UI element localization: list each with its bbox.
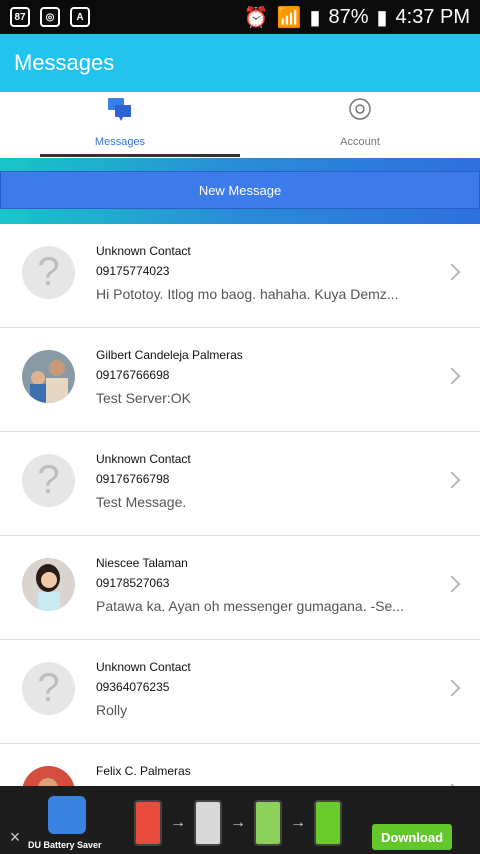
download-button[interactable]: Download (372, 824, 452, 850)
contact-number: 09178527063 (96, 576, 170, 590)
message-preview: Patawa ka. Ayan oh messenger gumagana. -… (96, 598, 404, 614)
new-message-label: New Message (198, 182, 282, 198)
tab-bar: Messages Account (0, 92, 480, 158)
battery-gray-icon (194, 800, 222, 846)
question-mark-icon: ? (37, 250, 60, 294)
wifi-icon: 📶 (276, 6, 302, 29)
app-title: Messages (14, 50, 115, 75)
alarm-icon: ⏰ (243, 6, 269, 29)
conversation-row[interactable]: ? Unknown Contact 09364076235 Rolly (0, 640, 480, 744)
notification-icon: 87 (10, 7, 30, 27)
signal-icon: ▮ (309, 6, 321, 29)
contact-name: Felix C. Palmeras (96, 764, 191, 778)
unknown-contact-avatar: ? (22, 454, 75, 507)
tab-account-label: Account (340, 136, 380, 148)
app-icon: ◎ (40, 7, 60, 27)
contact-number: 09175774023 (96, 264, 170, 278)
contact-name: Unknown Contact (96, 452, 191, 466)
app-bar: Messages (0, 34, 480, 92)
status-left-icons: 87 ◎ A (10, 7, 90, 27)
contact-photo-avatar (22, 558, 75, 611)
arrow-right-icon: → (170, 814, 186, 831)
battery-saver-app-icon (48, 796, 86, 834)
message-preview: Hi Pototoy. Itlog mo baog. hahaha. Kuya … (96, 286, 399, 302)
conversation-row[interactable]: ? Unknown Contact 09175774023 Hi Pototoy… (0, 224, 480, 328)
battery-green-icon (254, 800, 282, 846)
chevron-right-icon (443, 263, 461, 281)
chat-bubbles-icon (105, 94, 135, 127)
active-tab-indicator (40, 154, 240, 157)
contact-photo-avatar (22, 350, 75, 403)
message-preview: Test Message. (96, 494, 187, 510)
clock-time: 4:37 PM (395, 5, 470, 28)
arrow-right-icon: → (230, 814, 246, 831)
battery-text: 87% (328, 5, 369, 28)
gear-icon (345, 94, 375, 127)
a-icon: A (70, 7, 90, 27)
unknown-contact-avatar: ? (22, 662, 75, 715)
message-preview: Test Server:OK (96, 390, 191, 406)
conversation-row[interactable]: ? Unknown Contact 09176766798 Test Messa… (0, 432, 480, 536)
contact-number: 09176766798 (96, 472, 170, 486)
chevron-right-icon (443, 679, 461, 697)
battery-red-icon (134, 800, 162, 846)
conversation-row[interactable]: Felix C. Palmeras (0, 744, 480, 786)
ad-close-button[interactable]: × (6, 828, 24, 846)
question-mark-icon: ? (37, 458, 60, 502)
contact-number: 09176766698 (96, 368, 170, 382)
chevron-right-icon (443, 471, 461, 489)
chevron-right-icon (443, 575, 461, 593)
conversation-list: ? Unknown Contact 09175774023 Hi Pototoy… (0, 224, 480, 786)
battery-full-icon (314, 800, 342, 846)
ad-brand: DU Battery Saver (28, 840, 102, 850)
contact-name: Gilbert Candeleja Palmeras (96, 348, 243, 362)
contact-name: Unknown Contact (96, 244, 191, 258)
tab-messages-label: Messages (94, 136, 146, 148)
battery-icon: ▮ (376, 6, 388, 29)
contact-photo-avatar (22, 766, 75, 786)
contact-name: Unknown Contact (96, 660, 191, 674)
message-preview: Rolly (96, 702, 128, 718)
tab-messages[interactable]: Messages (0, 92, 240, 158)
tab-account[interactable]: Account (240, 92, 480, 158)
unknown-contact-avatar: ? (22, 246, 75, 299)
chevron-right-icon (443, 367, 461, 385)
question-mark-icon: ? (37, 666, 60, 710)
contact-number: 09364076235 (96, 680, 170, 694)
contact-name: Niescee Talaman (96, 556, 188, 570)
status-right: ⏰ 📶 ▮ 87% ▮ 4:37 PM (244, 5, 470, 30)
status-bar: 87 ◎ A ⏰ 📶 ▮ 87% ▮ 4:37 PM (0, 0, 480, 34)
arrow-right-icon: → (290, 814, 306, 831)
ad-banner[interactable]: DU Battery Saver × → → → Download (0, 786, 480, 854)
conversation-row[interactable]: Niescee Talaman 09178527063 Patawa ka. A… (0, 536, 480, 640)
conversation-row[interactable]: Gilbert Candeleja Palmeras 09176766698 T… (0, 328, 480, 432)
new-message-button[interactable]: New Message (0, 171, 480, 209)
